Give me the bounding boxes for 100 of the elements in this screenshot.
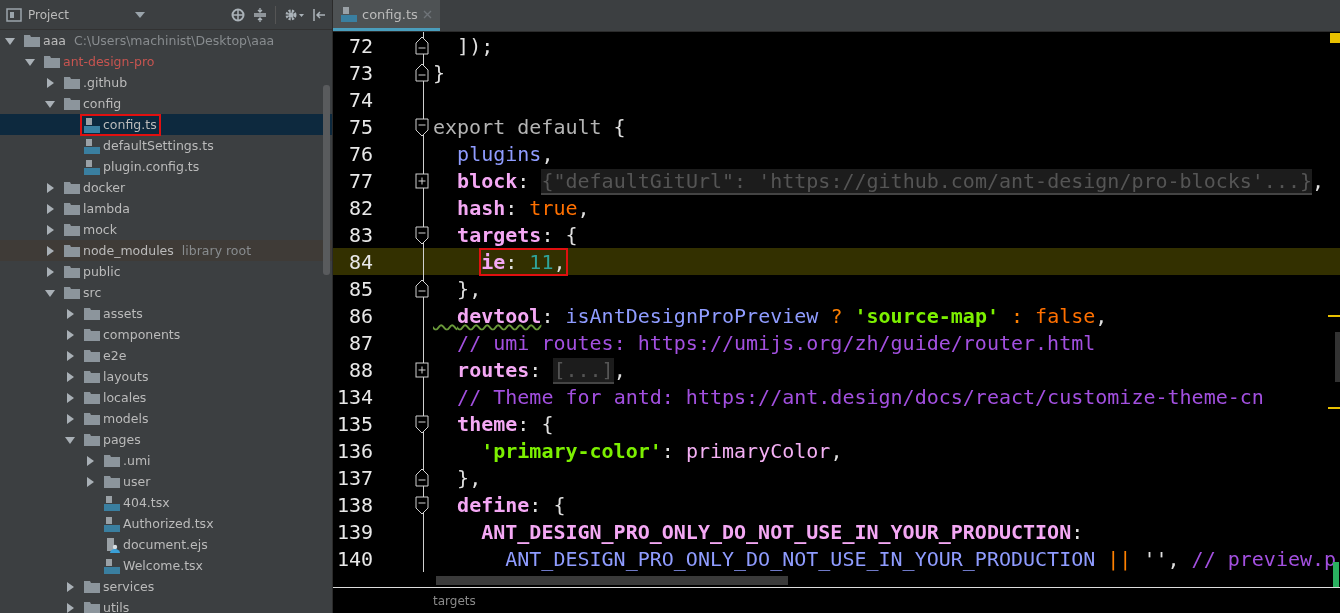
collapsed-triangle-icon[interactable] bbox=[45, 224, 55, 235]
expand-marker-icon[interactable] bbox=[415, 172, 429, 189]
code-property: define bbox=[457, 492, 530, 517]
error-stripe-marker[interactable] bbox=[1328, 315, 1340, 317]
expanded-triangle-icon[interactable] bbox=[65, 434, 75, 445]
scrollbar-thumb[interactable] bbox=[323, 85, 330, 275]
editor-tab[interactable]: config.ts bbox=[333, 0, 440, 31]
error-stripe-marker[interactable] bbox=[1328, 407, 1340, 409]
settings-icon[interactable] bbox=[284, 7, 304, 22]
tree-item-label: .github bbox=[60, 72, 132, 93]
expanded-triangle-icon[interactable] bbox=[45, 98, 55, 109]
tree-row[interactable]: aaa C:\Users\machinist\Desktop\aaa bbox=[0, 30, 332, 51]
code-punctuation: : { bbox=[517, 411, 554, 436]
horizontal-scrollbar[interactable] bbox=[436, 576, 788, 585]
fold-end-marker-icon[interactable] bbox=[415, 34, 429, 57]
collapsed-triangle-icon[interactable] bbox=[45, 245, 55, 256]
expand-marker-icon[interactable] bbox=[415, 361, 429, 378]
collapsed-triangle-icon[interactable] bbox=[65, 392, 75, 403]
folder-icon bbox=[84, 348, 100, 363]
tree-row[interactable]: node_modules library root bbox=[0, 240, 332, 261]
tree-row[interactable]: config.ts bbox=[0, 114, 332, 135]
tree-item-label: user bbox=[100, 471, 155, 492]
tree-row[interactable]: document.ejs bbox=[0, 534, 332, 555]
folder-icon bbox=[64, 243, 80, 258]
tree-row[interactable]: public bbox=[0, 261, 332, 282]
tree-item-label: utils bbox=[80, 597, 134, 613]
tree-row[interactable]: layouts bbox=[0, 366, 332, 387]
collapsed-triangle-icon[interactable] bbox=[65, 329, 75, 340]
expanded-triangle-icon[interactable] bbox=[5, 35, 15, 46]
tree-item-note: library root bbox=[181, 243, 252, 258]
code-punctuation: : bbox=[661, 438, 675, 463]
folder-icon bbox=[84, 411, 100, 426]
code-punctuation: { bbox=[612, 114, 626, 139]
folder-icon bbox=[104, 474, 120, 489]
tree-row[interactable]: e2e bbox=[0, 345, 332, 366]
line-number: 82 bbox=[347, 195, 373, 220]
collapsed-triangle-icon[interactable] bbox=[65, 308, 75, 319]
tree-item-label: aaa bbox=[20, 30, 70, 51]
tree-row[interactable]: lambda bbox=[0, 198, 332, 219]
collapsed-triangle-icon[interactable] bbox=[45, 266, 55, 277]
tree-row[interactable]: models bbox=[0, 408, 332, 429]
tree-row[interactable]: services bbox=[0, 576, 332, 597]
tree-row[interactable]: plugin.config.ts bbox=[0, 156, 332, 177]
code-identifier: plugins bbox=[457, 141, 542, 166]
fold-marker-icon[interactable] bbox=[415, 223, 429, 246]
error-stripe-marker[interactable] bbox=[1330, 33, 1340, 43]
tree-row[interactable]: .umi bbox=[0, 450, 332, 471]
code-operator: ? bbox=[829, 303, 844, 328]
collapsed-triangle-icon[interactable] bbox=[65, 371, 75, 382]
scrollbar-thumb[interactable] bbox=[1335, 332, 1340, 382]
dropdown-caret-icon[interactable] bbox=[135, 11, 146, 18]
tree-item-label: 404.tsx bbox=[100, 491, 174, 514]
tree-row[interactable]: utils bbox=[0, 597, 332, 613]
tree-row[interactable]: assets bbox=[0, 303, 332, 324]
breadcrumb[interactable]: targets bbox=[433, 593, 476, 608]
collapsed-triangle-icon[interactable] bbox=[65, 581, 75, 592]
tree-row[interactable]: 404.tsx bbox=[0, 492, 332, 513]
collapsed-triangle-icon[interactable] bbox=[85, 476, 95, 487]
expanded-triangle-icon[interactable] bbox=[45, 287, 55, 298]
collapsed-triangle-icon[interactable] bbox=[65, 350, 75, 361]
tree-row[interactable]: pages bbox=[0, 429, 332, 450]
hide-panel-icon[interactable] bbox=[312, 7, 326, 22]
fold-marker-icon[interactable] bbox=[415, 493, 429, 516]
code-punctuation: , bbox=[613, 357, 626, 382]
collapsed-triangle-icon[interactable] bbox=[65, 602, 75, 613]
code-punctuation: , bbox=[541, 141, 554, 166]
collapsed-triangle-icon[interactable] bbox=[45, 203, 55, 214]
fold-end-marker-icon[interactable] bbox=[415, 61, 429, 84]
code-punctuation: : bbox=[517, 168, 531, 193]
collapse-all-icon[interactable] bbox=[253, 7, 267, 22]
panel-title[interactable]: Project bbox=[28, 7, 70, 22]
code-boolean: true bbox=[529, 195, 578, 220]
fold-marker-icon[interactable] bbox=[415, 115, 429, 138]
tree-row[interactable]: src bbox=[0, 282, 332, 303]
collapsed-triangle-icon[interactable] bbox=[65, 413, 75, 424]
tree-row[interactable]: components bbox=[0, 324, 332, 345]
fold-end-marker-icon[interactable] bbox=[415, 466, 429, 489]
tree-row[interactable]: config bbox=[0, 93, 332, 114]
fold-marker-icon[interactable] bbox=[415, 412, 429, 435]
tree-row[interactable]: .github bbox=[0, 72, 332, 93]
tree-item-label: mock bbox=[60, 219, 121, 240]
tree-row[interactable]: user bbox=[0, 471, 332, 492]
collapsed-triangle-icon[interactable] bbox=[45, 77, 55, 88]
tree-row[interactable]: docker bbox=[0, 177, 332, 198]
expanded-triangle-icon[interactable] bbox=[25, 56, 35, 67]
tree-row[interactable]: Authorized.tsx bbox=[0, 513, 332, 534]
code-comment: // preview.p bbox=[1191, 546, 1337, 571]
tree-row[interactable]: defaultSettings.ts bbox=[0, 135, 332, 156]
tree-row[interactable]: mock bbox=[0, 219, 332, 240]
tree-row[interactable]: locales bbox=[0, 387, 332, 408]
folder-icon bbox=[64, 75, 80, 90]
fold-end-marker-icon[interactable] bbox=[415, 277, 429, 300]
collapsed-triangle-icon[interactable] bbox=[45, 182, 55, 193]
locate-icon[interactable] bbox=[231, 7, 245, 22]
code-punctuation: }, bbox=[457, 276, 482, 301]
tree-item-label: document.ejs bbox=[100, 533, 212, 556]
line-number: 83 bbox=[347, 222, 373, 247]
line-number: 88 bbox=[347, 357, 373, 382]
collapsed-triangle-icon[interactable] bbox=[85, 455, 95, 466]
tree-row[interactable]: Welcome.tsx bbox=[0, 555, 332, 576]
